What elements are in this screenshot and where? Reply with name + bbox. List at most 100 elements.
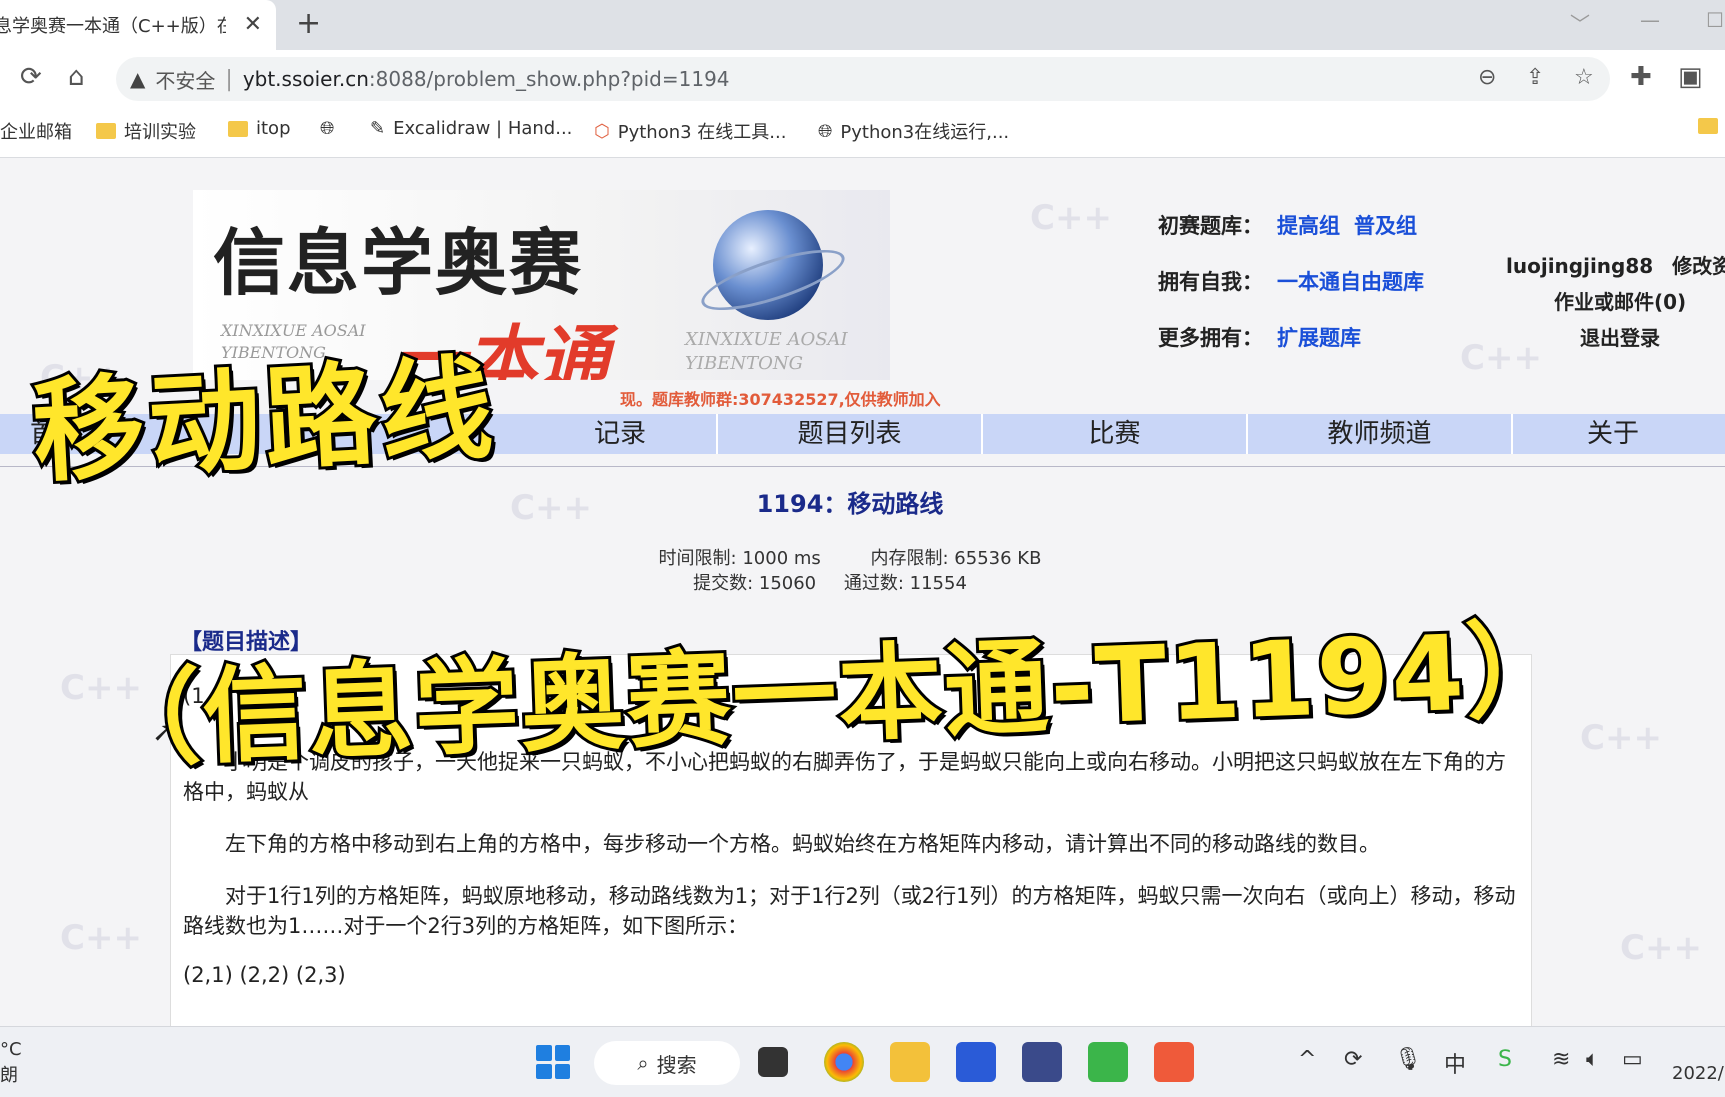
logout-link[interactable]: 退出登录: [1580, 322, 1660, 351]
link-row-exam: 初赛题库： 提高组 普及组: [1158, 210, 1424, 266]
clock-time: 1: [1672, 1035, 1725, 1061]
nav-about[interactable]: 关于: [1513, 414, 1713, 454]
chevron-up-icon[interactable]: ^: [1298, 1047, 1316, 1072]
share-icon[interactable]: ⇪: [1526, 65, 1544, 90]
logo-title: 信息学奥赛: [213, 220, 584, 305]
nav-teacher[interactable]: 教师频道: [1248, 414, 1513, 454]
maximize-icon[interactable]: ☐: [1706, 8, 1724, 32]
minimize-icon[interactable]: —: [1640, 8, 1660, 32]
new-tab-button[interactable]: +: [296, 6, 321, 41]
search-icon: ⌕: [637, 1051, 649, 1075]
clock-date: 2022/1: [1672, 1063, 1725, 1084]
reload-icon[interactable]: ⟳: [20, 62, 42, 92]
extensions-icon[interactable]: ✚: [1630, 62, 1652, 92]
teacher-group-notice: 现。题库教师群:307432527,仅供教师加入: [620, 390, 941, 409]
link-label: 拥有自我：: [1158, 270, 1263, 294]
watermark: C++: [60, 918, 142, 958]
bookmark-item[interactable]: 🌐︎: [320, 118, 334, 139]
edit-profile-link[interactable]: 修改资料: [1672, 254, 1725, 278]
folder-icon: [1698, 118, 1718, 134]
bookmark-item[interactable]: 🌐︎ Python3在线运行,...: [818, 118, 1009, 144]
battery-icon[interactable]: ▭: [1622, 1047, 1643, 1072]
weather-condition: 朗: [0, 1065, 18, 1086]
app-tray-icon[interactable]: S: [1498, 1047, 1512, 1072]
folder-icon: [96, 123, 116, 139]
address-separator: |: [225, 66, 233, 92]
excalidraw-icon: ✎: [370, 118, 386, 139]
close-tab-icon[interactable]: ✕: [244, 12, 262, 37]
other-bookmarks[interactable]: [1698, 118, 1718, 134]
link-senior[interactable]: 提高组: [1277, 210, 1340, 266]
microphone-icon[interactable]: 🎙︎: [1394, 1047, 1422, 1072]
bookmark-item[interactable]: ⬡ Python3 在线工具...: [594, 118, 786, 144]
browser-tab[interactable]: 息学奥赛一本通（C++版）在线 ✕: [0, 0, 276, 50]
username[interactable]: luojingjing88: [1506, 254, 1653, 278]
bookmarks-bar: 企业邮箱 培训实验 itop 🌐︎ ✎ Excalidraw | Hand... …: [0, 108, 1725, 158]
bookmark-item[interactable]: ✎ Excalidraw | Hand...: [370, 118, 572, 139]
watermark: C++: [1620, 928, 1702, 968]
side-panel-icon[interactable]: ▣: [1678, 62, 1703, 92]
bookmark-label: itop: [256, 118, 291, 139]
bookmark-label: Excalidraw | Hand...: [393, 118, 573, 139]
folder-icon: [228, 120, 248, 137]
zoom-icon[interactable]: ⊖: [1478, 65, 1496, 90]
start-icon[interactable]: [536, 1045, 570, 1079]
tab-title: 息学奥赛一本通（C++版）在线: [0, 16, 226, 37]
bookmark-label: Python3在线运行,...: [840, 122, 1010, 143]
memory-limit: 内存限制: 65536 KB: [870, 548, 1042, 569]
search-label: 搜索: [656, 1052, 697, 1077]
bookmark-label: Python3 在线工具...: [617, 122, 787, 143]
bookmark-item[interactable]: 企业邮箱: [0, 118, 72, 144]
camtasia-orange-icon[interactable]: [1154, 1042, 1194, 1082]
submission-count: 提交数: 15060: [693, 573, 817, 594]
bookmark-item[interactable]: itop: [228, 118, 291, 139]
nav-contest[interactable]: 比赛: [983, 414, 1248, 454]
link-extended-bank[interactable]: 扩展题库: [1277, 322, 1361, 378]
globe-icon: 🌐︎: [320, 118, 335, 139]
link-row-more: 更多拥有： 扩展题库: [1158, 322, 1424, 378]
link-label: 更多拥有：: [1158, 326, 1263, 350]
taskbar-search[interactable]: ⌕ 搜索: [594, 1041, 740, 1085]
camtasia-green-icon[interactable]: [1088, 1042, 1128, 1082]
bookmark-label: 培训实验: [124, 122, 196, 143]
taskbar: °C 朗 ⌕ 搜索 ^ ⟳ 🎙︎ 中 S ≋ 🔈︎ ▭ 1 2022/1: [0, 1026, 1725, 1097]
globe-icon: 🌐︎: [818, 120, 833, 142]
link-row-self: 拥有自我： 一本通自由题库: [1158, 266, 1424, 322]
cube-icon: ⬡: [594, 120, 610, 142]
task-view-icon[interactable]: [758, 1047, 788, 1077]
home-icon[interactable]: ⌂: [68, 62, 85, 92]
tab-strip: 息学奥赛一本通（C++版）在线 ✕ + ﹀ — ☐: [0, 0, 1725, 50]
sync-icon[interactable]: ⟳: [1344, 1047, 1362, 1072]
link-junior[interactable]: 普及组: [1354, 210, 1417, 266]
weather-widget[interactable]: °C 朗: [0, 1037, 22, 1089]
link-label: 初赛题库：: [1158, 214, 1263, 238]
url-host: ybt.ssoier.cn: [242, 67, 369, 91]
dev-cpp-icon[interactable]: [1022, 1042, 1062, 1082]
description-paragraph: 左下角的方格中移动到右上角的方格中，每步移动一个方格。蚂蚁始终在方格矩阵内移动，…: [225, 832, 1380, 856]
warning-icon[interactable]: ▲: [130, 67, 145, 91]
input-method-icon[interactable]: 中: [1444, 1047, 1466, 1079]
nav-problem-list[interactable]: 题目列表: [718, 414, 983, 454]
address-bar[interactable]: ▲ 不安全 | ybt.ssoier.cn :8088/problem_show…: [116, 57, 1610, 101]
watermark: C++: [1030, 198, 1112, 238]
header-links: 初赛题库： 提高组 普及组 拥有自我： 一本通自由题库 更多拥有： 扩展题库: [1158, 210, 1424, 378]
watermark: C++: [1460, 338, 1542, 378]
file-explorer-icon[interactable]: [890, 1042, 930, 1082]
watermark: C++: [1580, 718, 1662, 758]
browser-toolbar: ⟳ ⌂ ▲ 不安全 | ybt.ssoier.cn :8088/problem_…: [0, 50, 1725, 108]
volume-icon[interactable]: 🔈︎: [1586, 1047, 1599, 1072]
weather-temp: °C: [0, 1039, 22, 1060]
wifi-icon[interactable]: ≋: [1552, 1047, 1570, 1072]
star-icon[interactable]: ☆: [1574, 65, 1594, 90]
bookmark-item[interactable]: 培训实验: [96, 118, 196, 144]
bookmark-label: 企业邮箱: [0, 122, 72, 143]
link-free-bank[interactable]: 一本通自由题库: [1277, 266, 1424, 322]
whiteboard-icon[interactable]: [956, 1042, 996, 1082]
homework-link[interactable]: 作业或邮件(0): [1554, 286, 1686, 315]
time-limit: 时间限制: 1000 ms: [658, 548, 821, 569]
chrome-icon[interactable]: [824, 1042, 864, 1082]
security-label[interactable]: 不安全: [155, 65, 215, 94]
clock[interactable]: 1 2022/1: [1672, 1035, 1725, 1087]
tab-search-chevron-icon[interactable]: ﹀: [1570, 8, 1590, 37]
overlay-title: 移动路线: [26, 341, 502, 501]
